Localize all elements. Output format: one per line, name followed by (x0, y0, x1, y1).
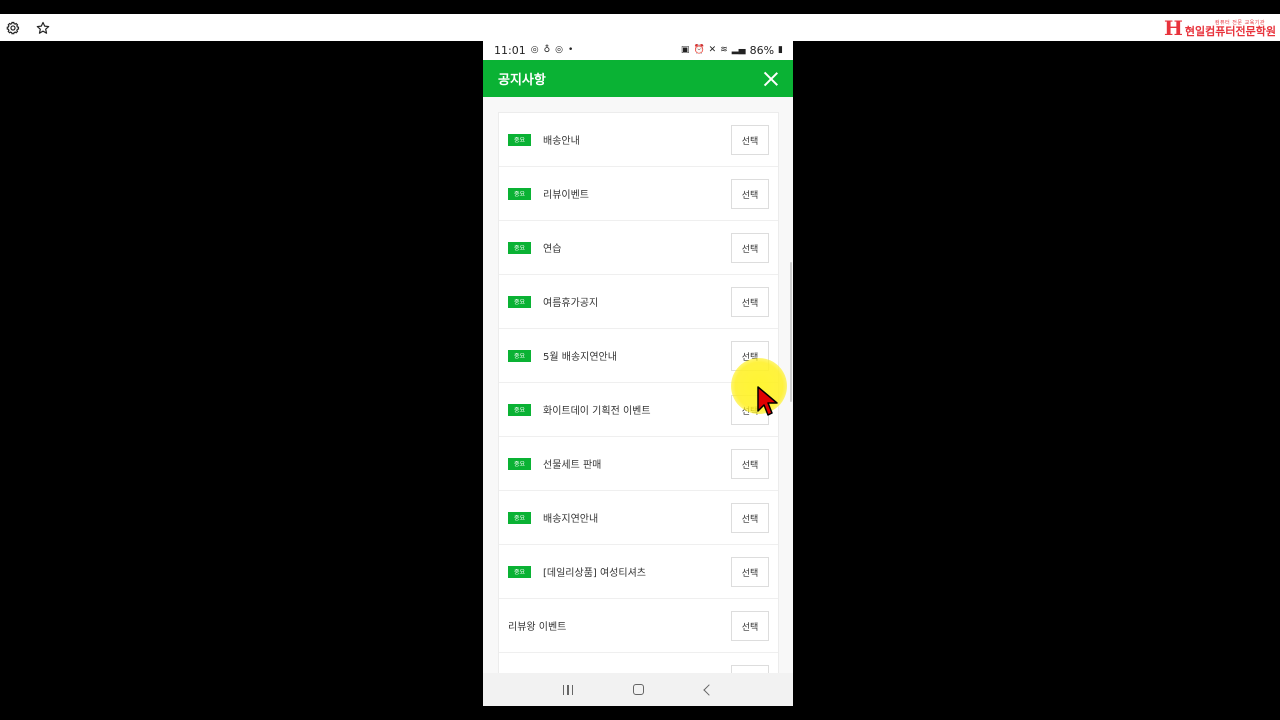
select-button[interactable]: 선택 (731, 125, 769, 155)
list-item: 중요 선물세트 판매 선택 (499, 437, 778, 491)
select-button[interactable]: 선택 (731, 557, 769, 587)
logo-text: 현일컴퓨터전문학원 (1184, 24, 1276, 38)
top-toolbar: H 컴퓨터 전문 교육기관 현일컴퓨터전문학원 (0, 14, 1280, 41)
alarm-icon: ⏰ (693, 45, 705, 55)
close-icon[interactable] (763, 71, 779, 87)
list-item: 중요 리뷰이벤트 선택 (499, 167, 778, 221)
important-badge: 중요 (508, 457, 531, 470)
list-item: 중요 배송안내 선택 (499, 113, 778, 167)
dot-icon: • (568, 45, 574, 55)
back-icon[interactable] (703, 683, 715, 696)
wifi-icon: ≋ (720, 45, 728, 55)
gear-icon[interactable] (1, 16, 25, 40)
battery-icon: ▮ (778, 45, 783, 55)
android-nav-bar (483, 673, 793, 706)
important-badge: 중요 (508, 295, 531, 308)
star-icon[interactable] (31, 16, 55, 40)
list-item: 중요 연습 선택 (499, 221, 778, 275)
important-badge: 중요 (508, 187, 531, 200)
list-item: 중요 여름휴가공지 선택 (499, 275, 778, 329)
list-item: 중요 배송지연안내 선택 (499, 491, 778, 545)
academy-logo: H 컴퓨터 전문 교육기관 현일컴퓨터전문학원 (1164, 14, 1276, 41)
select-button[interactable]: 선택 (731, 503, 769, 533)
select-button[interactable] (731, 665, 769, 673)
page-title: 공지사항 (498, 73, 546, 88)
select-button[interactable]: 선택 (731, 179, 769, 209)
logo-mark: H (1164, 15, 1183, 40)
notice-title: 리뷰왕 이벤트 (508, 622, 567, 633)
status-bar: 11:01 ◎ ♁ ◎ • ▣ ⏰ ✕ ≋ ▂▄ 86% ▮ (483, 41, 793, 60)
important-badge: 중요 (508, 241, 531, 254)
select-button[interactable]: 선택 (731, 233, 769, 263)
list-item (499, 653, 778, 673)
instagram-icon: ◎ (555, 45, 564, 55)
recent-apps-icon[interactable] (563, 684, 574, 695)
list-item: 리뷰왕 이벤트 선택 (499, 599, 778, 653)
scrollbar[interactable] (790, 262, 792, 402)
list-item: 중요 [데일리상품] 여성티셔츠 선택 (499, 545, 778, 599)
select-button[interactable]: 선택 (731, 287, 769, 317)
select-button[interactable]: 선택 (731, 611, 769, 641)
select-button[interactable]: 선택 (731, 449, 769, 479)
important-badge: 중요 (508, 349, 531, 362)
lock-icon: ▣ (680, 45, 690, 55)
home-icon[interactable] (633, 684, 645, 695)
important-badge: 중요 (508, 565, 531, 578)
important-badge: 중요 (508, 133, 531, 146)
notice-header: 공지사항 (483, 60, 793, 97)
important-badge: 중요 (508, 511, 531, 524)
signal-icon: ▂▄ (731, 45, 746, 55)
instagram-icon: ◎ (530, 45, 539, 55)
mouse-cursor-icon (756, 385, 780, 421)
battery-level: 86% (749, 44, 775, 57)
mute-icon: ✕ (708, 45, 717, 55)
important-badge: 중요 (508, 403, 531, 416)
notification-icon: ♁ (543, 45, 551, 55)
status-time: 11:01 (494, 44, 526, 57)
